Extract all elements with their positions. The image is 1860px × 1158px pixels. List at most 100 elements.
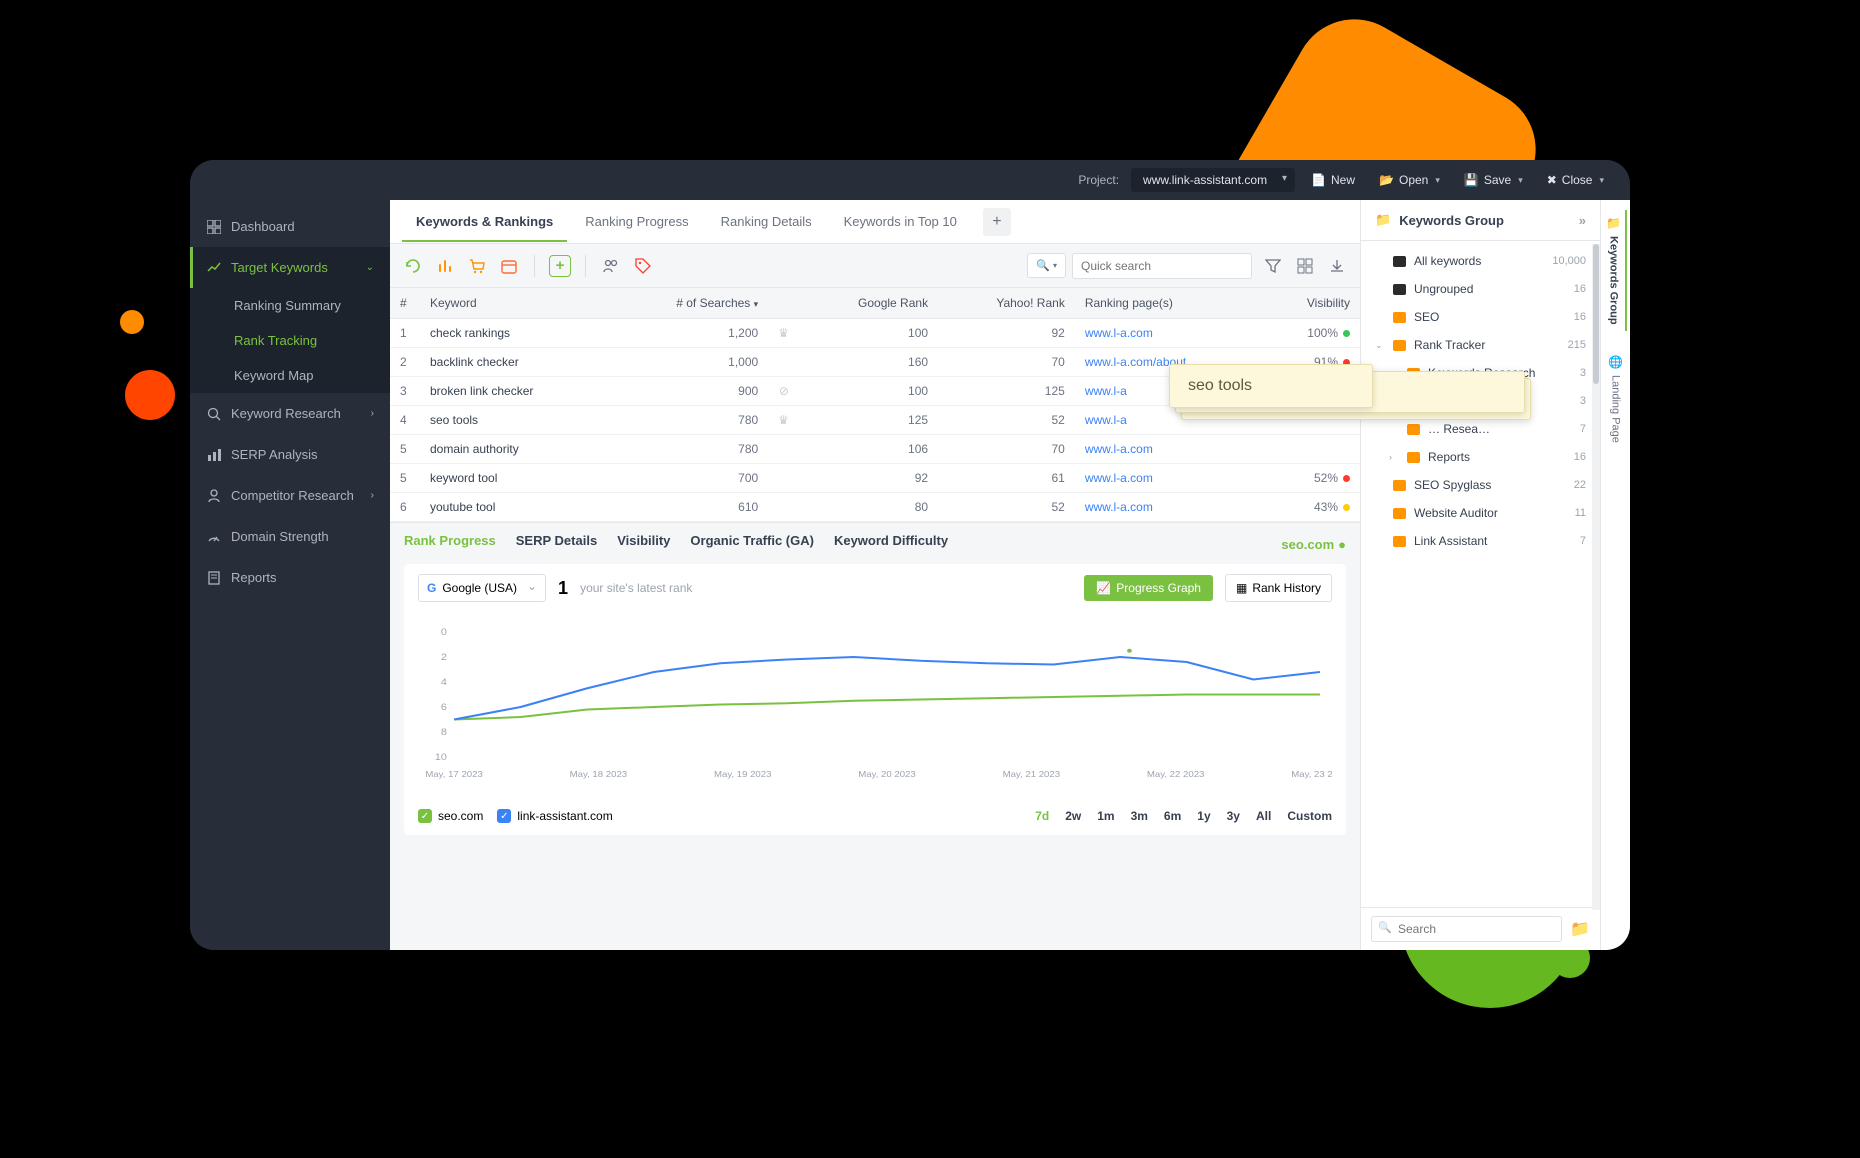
range-option[interactable]: 1y — [1197, 809, 1210, 823]
table-row[interactable]: 5domain authority78010670www.l-a.com — [390, 435, 1360, 464]
cart-icon[interactable] — [466, 255, 488, 277]
bp-tab-serp-details[interactable]: SERP Details — [516, 533, 597, 556]
th-keyword[interactable]: Keyword — [420, 288, 611, 319]
filter-icon[interactable] — [1262, 255, 1284, 277]
folder-icon: 📁 — [1606, 216, 1621, 230]
person-icon — [206, 488, 221, 503]
range-option[interactable]: All — [1256, 809, 1271, 823]
group-item[interactable]: Website Auditor11 — [1361, 499, 1600, 527]
add-keyword-button[interactable]: + — [549, 255, 571, 277]
range-option[interactable]: 7d — [1035, 809, 1049, 823]
calendar-icon[interactable] — [498, 255, 520, 277]
tag-icon[interactable] — [632, 255, 654, 277]
ranking-page-link[interactable]: www.l-a — [1085, 384, 1127, 398]
search-icon — [206, 406, 221, 421]
th-pages[interactable]: Ranking page(s) — [1075, 288, 1263, 319]
ranking-page-link[interactable]: www.l-a — [1085, 413, 1127, 427]
open-button[interactable]: 📂Open▾ — [1371, 169, 1448, 191]
bottom-panel: Rank Progress SERP Details Visibility Or… — [390, 522, 1360, 950]
search-mode-button[interactable]: 🔍▾ — [1027, 253, 1066, 278]
sidebar-sub-rank-tracking[interactable]: Rank Tracking — [190, 323, 390, 358]
sidebar-item-label: Keyword Research — [231, 406, 341, 421]
sidebar-item-keyword-research[interactable]: Keyword Research › — [190, 393, 390, 434]
collapse-button[interactable]: » — [1579, 213, 1586, 228]
check-icon: ✓ — [497, 809, 511, 823]
bp-tab-keyword-difficulty[interactable]: Keyword Difficulty — [834, 533, 948, 556]
tab-keywords-rankings[interactable]: Keywords & Rankings — [402, 202, 567, 241]
sidebar-sub-ranking-summary[interactable]: Ranking Summary — [190, 288, 390, 323]
sidebar-item-label: Reports — [231, 570, 277, 585]
bp-tab-organic-traffic[interactable]: Organic Traffic (GA) — [690, 533, 814, 556]
file-icon: 📄 — [1311, 173, 1326, 187]
legend-link-assistant[interactable]: ✓link-assistant.com — [497, 809, 612, 823]
sidebar-sub-keyword-map[interactable]: Keyword Map — [190, 358, 390, 393]
close-button[interactable]: ✖Close▾ — [1539, 169, 1612, 191]
save-icon: 💾 — [1464, 173, 1479, 187]
keyword-tooltip: seo tools — [1169, 364, 1373, 408]
th-yahoo[interactable]: Yahoo! Rank — [938, 288, 1075, 319]
group-item[interactable]: Ungrouped16 — [1361, 275, 1600, 303]
sidebar-item-label: SERP Analysis — [231, 447, 317, 462]
bp-tab-visibility[interactable]: Visibility — [617, 533, 670, 556]
range-option[interactable]: 3m — [1131, 809, 1148, 823]
group-item[interactable]: All keywords10,000 — [1361, 247, 1600, 275]
group-item[interactable]: ⌄Rank Tracker215 — [1361, 331, 1600, 359]
tab-ranking-progress[interactable]: Ranking Progress — [571, 202, 702, 241]
sidebar-item-target-keywords[interactable]: Target Keywords ⌄ — [190, 247, 390, 288]
table-icon: ▦ — [1236, 581, 1247, 595]
group-item[interactable]: SEO16 — [1361, 303, 1600, 331]
tab-keywords-top10[interactable]: Keywords in Top 10 — [830, 202, 971, 241]
strip-keywords-group[interactable]: 📁Keywords Group — [1606, 210, 1627, 331]
table-row[interactable]: 6youtube tool6108052www.l-a.com43% — [390, 493, 1360, 522]
group-item[interactable]: Link Assistant7 — [1361, 527, 1600, 555]
folder-icon — [1393, 508, 1406, 519]
add-tab-button[interactable]: + — [983, 208, 1011, 236]
quick-search-input[interactable] — [1072, 253, 1252, 279]
sidebar-item-domain-strength[interactable]: Domain Strength — [190, 516, 390, 557]
bp-tab-rank-progress[interactable]: Rank Progress — [404, 533, 496, 556]
grid-view-icon[interactable] — [1294, 255, 1316, 277]
th-visibility[interactable]: Visibility — [1262, 288, 1360, 319]
sidebar-item-label: Competitor Research — [231, 488, 354, 503]
range-option[interactable]: 1m — [1097, 809, 1114, 823]
download-icon[interactable] — [1326, 255, 1348, 277]
save-button[interactable]: 💾Save▾ — [1456, 169, 1531, 191]
sidebar-item-dashboard[interactable]: Dashboard — [190, 206, 390, 247]
progress-graph-button[interactable]: 📈Progress Graph — [1084, 575, 1213, 601]
sidebar-item-serp-analysis[interactable]: SERP Analysis — [190, 434, 390, 475]
strip-landing-page[interactable]: 🌐Landing Page — [1608, 349, 1623, 449]
range-option[interactable]: Custom — [1287, 809, 1332, 823]
search-engine-dropdown[interactable]: G Google (USA) — [418, 574, 546, 602]
people-icon[interactable] — [600, 255, 622, 277]
th-num[interactable]: # — [390, 288, 420, 319]
grid-icon — [206, 219, 221, 234]
sidebar-item-reports[interactable]: Reports — [190, 557, 390, 598]
tab-ranking-details[interactable]: Ranking Details — [707, 202, 826, 241]
sidebar-item-competitor-research[interactable]: Competitor Research › — [190, 475, 390, 516]
new-button[interactable]: 📄New — [1303, 169, 1363, 191]
folder-add-icon[interactable]: 📁 — [1570, 919, 1590, 939]
range-option[interactable]: 2w — [1065, 809, 1081, 823]
th-searches[interactable]: # of Searches ▾ — [611, 288, 769, 319]
ranking-page-link[interactable]: www.l-a.com — [1085, 500, 1153, 514]
project-dropdown[interactable]: www.link-assistant.com — [1131, 168, 1295, 192]
th-google[interactable]: Google Rank — [799, 288, 938, 319]
table-row[interactable]: 1check rankings1,200♛10092www.l-a.com100… — [390, 319, 1360, 348]
group-item[interactable]: SEO Spyglass22 — [1361, 471, 1600, 499]
legend-seo[interactable]: ✓seo.com — [418, 809, 483, 823]
bp-site-label: seo.com ● — [1281, 537, 1346, 552]
refresh-icon[interactable] — [402, 255, 424, 277]
range-option[interactable]: 6m — [1164, 809, 1181, 823]
ranking-page-link[interactable]: www.l-a.com — [1085, 326, 1153, 340]
scrollbar[interactable] — [1592, 244, 1600, 910]
group-item[interactable]: ›Reports16 — [1361, 443, 1600, 471]
ban-icon: ⊘ — [779, 384, 789, 398]
table-row[interactable]: 5keyword tool7009261www.l-a.com52% — [390, 464, 1360, 493]
svg-text:May, 23 2023: May, 23 2023 — [1291, 770, 1332, 779]
range-option[interactable]: 3y — [1227, 809, 1240, 823]
rank-history-button[interactable]: ▦Rank History — [1225, 574, 1332, 602]
analytics-icon[interactable] — [434, 255, 456, 277]
group-search-input[interactable] — [1371, 916, 1562, 942]
ranking-page-link[interactable]: www.l-a.com — [1085, 471, 1153, 485]
ranking-page-link[interactable]: www.l-a.com — [1085, 442, 1153, 456]
